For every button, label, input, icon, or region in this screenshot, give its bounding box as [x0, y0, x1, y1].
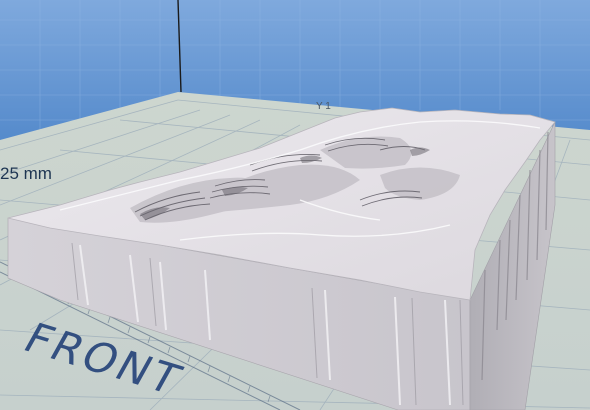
- 3d-viewport[interactable]: 25 mm Y 1 FRONT: [0, 0, 590, 410]
- axis-label: Y 1: [316, 101, 331, 112]
- dimension-label: 25 mm: [0, 164, 52, 183]
